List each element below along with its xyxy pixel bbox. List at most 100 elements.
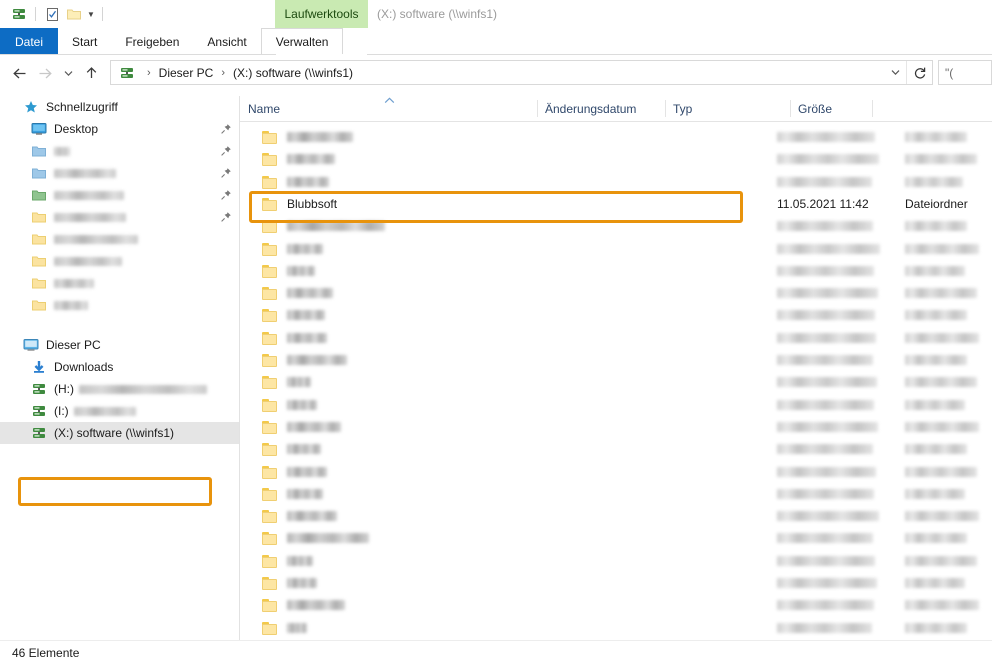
redacted-text [905, 444, 967, 454]
redacted-text [79, 385, 207, 394]
table-row[interactable] [240, 260, 992, 282]
file-date: 11.05.2021 11:42 [777, 197, 869, 211]
table-row[interactable] [240, 438, 992, 460]
tab-datei[interactable]: Datei [0, 28, 58, 55]
address-bar[interactable]: › Dieser PC › (X:) software (\\winfs1) [110, 60, 933, 85]
sidebar-group-schnellzugriff[interactable]: Schnellzugriff [0, 96, 239, 118]
folder-icon [262, 331, 278, 345]
redacted-text [905, 355, 967, 365]
redacted-text [777, 600, 874, 610]
redacted-text [54, 235, 138, 244]
folder-green-icon [30, 187, 48, 203]
column-divider[interactable] [537, 100, 538, 117]
pin-icon[interactable] [219, 144, 233, 158]
sidebar-item-0-8[interactable] [0, 294, 239, 316]
table-row[interactable] [240, 572, 992, 594]
refresh-icon[interactable] [906, 61, 932, 84]
table-row-selected[interactable]: Blubbsoft11.05.2021 11:42Dateiordner [240, 193, 992, 215]
column-header-gr-e[interactable]: Größe [790, 96, 872, 121]
redacted-text [287, 221, 385, 231]
redacted-text [777, 444, 873, 454]
new-folder-icon[interactable] [63, 4, 85, 24]
breadcrumb-separator-1[interactable]: › [215, 67, 231, 79]
network-drive-icon [30, 381, 48, 397]
table-row[interactable] [240, 594, 992, 616]
back-button[interactable] [6, 60, 32, 86]
search-input[interactable]: "( [938, 60, 992, 85]
table-row[interactable] [240, 617, 992, 639]
column-divider[interactable] [790, 100, 791, 117]
table-row[interactable] [240, 416, 992, 438]
pin-icon[interactable] [219, 166, 233, 180]
column-divider[interactable] [665, 100, 666, 117]
column-header-typ[interactable]: Typ [665, 96, 790, 121]
ribbon-divider [0, 54, 992, 55]
tab-verwalten[interactable]: Verwalten [261, 28, 344, 55]
sidebar-item-label: Downloads [54, 360, 113, 374]
sidebar-item-0-7[interactable] [0, 272, 239, 294]
redacted-text [54, 191, 124, 200]
pin-icon[interactable] [219, 210, 233, 224]
table-row[interactable] [240, 394, 992, 416]
table-row[interactable] [240, 327, 992, 349]
sidebar-item-0-1[interactable] [0, 140, 239, 162]
redacted-text [287, 511, 337, 521]
folder-icon [262, 465, 278, 479]
sidebar-item-downloads[interactable]: Downloads [0, 356, 239, 378]
properties-icon[interactable] [41, 4, 63, 24]
redacted-text [905, 422, 979, 432]
sidebar-group-dieser-pc[interactable]: Dieser PC [0, 334, 239, 356]
table-row[interactable] [240, 461, 992, 483]
column-header--nderungsdatum[interactable]: Änderungsdatum [537, 96, 665, 121]
column-divider-end[interactable] [872, 100, 873, 117]
column-header-label: Typ [673, 102, 692, 116]
window-title: (X:) software (\\winfs1) [377, 0, 497, 28]
sidebar-item-desktop[interactable]: Desktop [0, 118, 239, 140]
breadcrumb-dieser-pc[interactable]: Dieser PC [157, 66, 216, 80]
pin-icon[interactable] [219, 122, 233, 136]
folder-icon [262, 598, 278, 612]
tab-start[interactable]: Start [58, 28, 111, 55]
folder-icon [262, 487, 278, 501]
recent-locations-button[interactable] [58, 60, 78, 86]
sidebar-item-0-5[interactable] [0, 228, 239, 250]
table-row[interactable] [240, 215, 992, 237]
desktop-icon [30, 121, 48, 137]
sidebar-item-0-3[interactable] [0, 184, 239, 206]
redacted-text [905, 623, 967, 633]
sidebar-item-0-2[interactable] [0, 162, 239, 184]
redacted-text [777, 132, 875, 142]
address-dropdown-icon[interactable] [884, 68, 906, 78]
customize-toolbar-caret-icon[interactable]: ▼ [85, 10, 97, 19]
network-drive-icon[interactable] [8, 4, 30, 24]
table-row[interactable] [240, 148, 992, 170]
table-row[interactable] [240, 483, 992, 505]
table-row[interactable] [240, 349, 992, 371]
sidebar-item-h[interactable]: (H:) [0, 378, 239, 400]
table-row[interactable] [240, 550, 992, 572]
forward-button[interactable] [32, 60, 58, 86]
pin-icon[interactable] [219, 188, 233, 202]
redacted-text [777, 333, 876, 343]
redacted-text [905, 400, 965, 410]
sidebar-item-i[interactable]: (I:) [0, 400, 239, 422]
table-row[interactable] [240, 282, 992, 304]
sidebar-item-0-4[interactable] [0, 206, 239, 228]
redacted-text [905, 288, 977, 298]
tab-ansicht[interactable]: Ansicht [193, 28, 260, 55]
table-row[interactable] [240, 126, 992, 148]
breadcrumb-drive-software[interactable]: (X:) software (\\winfs1) [231, 66, 355, 80]
sidebar-item-0-6[interactable] [0, 250, 239, 272]
table-row[interactable] [240, 304, 992, 326]
up-button[interactable] [78, 60, 104, 86]
table-row[interactable] [240, 505, 992, 527]
tab-freigeben[interactable]: Freigeben [111, 28, 193, 55]
redacted-text [287, 623, 307, 633]
folder-icon [262, 175, 278, 189]
sidebar-item-x-software-winfs1[interactable]: (X:) software (\\winfs1) [0, 422, 239, 444]
breadcrumb-separator-0[interactable]: › [141, 67, 157, 79]
table-row[interactable] [240, 527, 992, 549]
table-row[interactable] [240, 238, 992, 260]
table-row[interactable] [240, 371, 992, 393]
table-row[interactable] [240, 171, 992, 193]
